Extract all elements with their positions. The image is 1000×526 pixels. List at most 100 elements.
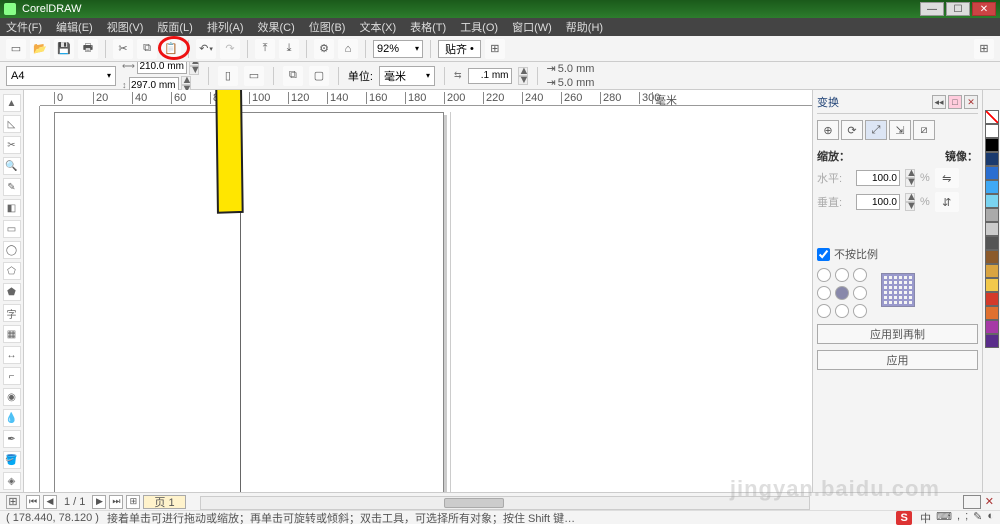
app-launcher-icon[interactable]: ⚙ <box>314 39 334 59</box>
apply-to-duplicate-button[interactable]: 应用到再制 <box>817 324 978 344</box>
tab-skew[interactable]: ⧄ <box>913 120 935 140</box>
copy-icon[interactable]: ⧉ <box>137 39 157 59</box>
next-page-button[interactable]: ▶ <box>92 495 106 509</box>
polygon-tool[interactable]: ⬠ <box>3 262 21 280</box>
portrait-icon[interactable]: ▯ <box>218 66 238 86</box>
scrollbar-thumb[interactable] <box>444 498 504 508</box>
menu-item[interactable]: 编辑(E) <box>56 19 93 35</box>
snap-dropdown[interactable]: 贴齐• <box>438 40 481 58</box>
drawing-canvas[interactable] <box>40 106 812 492</box>
spin-buttons[interactable]: ▲▼ <box>518 67 528 85</box>
zoom-tool[interactable]: 🔍 <box>3 157 21 175</box>
spin-buttons[interactable]: ▲▼ <box>905 169 915 187</box>
mirror-h-icon[interactable]: ⇋ <box>935 168 959 188</box>
zoom-level[interactable]: 92%▾ <box>373 40 423 58</box>
horizontal-scrollbar[interactable] <box>200 496 810 510</box>
paper-size-combo[interactable]: A4▾ <box>6 66 116 86</box>
non-proportional-checkbox[interactable] <box>817 248 830 261</box>
minimize-button[interactable]: — <box>920 2 944 16</box>
menu-item[interactable]: 版面(L) <box>157 19 192 35</box>
text-tool[interactable]: 字 <box>3 304 21 322</box>
dup-x[interactable]: 5.0 mm <box>558 63 595 75</box>
open-icon[interactable]: 📂 <box>30 39 50 59</box>
menu-item[interactable]: 窗口(W) <box>512 19 552 35</box>
color-swatch[interactable] <box>985 264 999 278</box>
color-swatch[interactable] <box>985 250 999 264</box>
vertical-scale-input[interactable] <box>856 194 900 210</box>
no-color-swatch[interactable] <box>985 110 999 124</box>
menu-item[interactable]: 文件(F) <box>6 19 42 35</box>
connector-tool[interactable]: ⌐ <box>3 367 21 385</box>
all-pages-icon[interactable]: ⧉ <box>283 66 303 86</box>
menu-item[interactable]: 视图(V) <box>107 19 144 35</box>
options-icon[interactable]: ⊞ <box>485 39 505 59</box>
ime-item[interactable]: ⌨ <box>936 510 952 526</box>
cut-icon[interactable]: ✂ <box>113 39 133 59</box>
rectangle-tool[interactable]: ▭ <box>3 220 21 238</box>
guide-line[interactable] <box>240 106 241 492</box>
redo-button[interactable]: ↷ <box>220 39 240 59</box>
tab-rotate[interactable]: ⟳ <box>841 120 863 140</box>
menu-item[interactable]: 位图(B) <box>309 19 346 35</box>
print-icon[interactable]: 🖶 <box>78 39 98 59</box>
new-icon[interactable]: ▭ <box>6 39 26 59</box>
docker-help-icon[interactable]: □ <box>948 95 962 109</box>
ime-item[interactable]: ◐ <box>987 510 994 526</box>
color-swatch[interactable] <box>985 222 999 236</box>
interactive-fill-tool[interactable]: ◈ <box>3 472 21 490</box>
page-options-icon[interactable]: ⊞ <box>6 495 20 509</box>
no-fill-icon[interactable]: ✕ <box>985 495 994 508</box>
color-swatch[interactable] <box>985 180 999 194</box>
fill-swatch[interactable] <box>963 495 981 509</box>
color-swatch[interactable] <box>985 306 999 320</box>
color-swatch[interactable] <box>985 124 999 138</box>
toolbar-options-icon[interactable]: ⊞ <box>974 39 994 59</box>
smart-fill-tool[interactable]: ◧ <box>3 199 21 217</box>
docker-close-icon[interactable]: ✕ <box>964 95 978 109</box>
shape-tool[interactable]: ◺ <box>3 115 21 133</box>
horizontal-scale-input[interactable] <box>856 170 900 186</box>
color-swatch[interactable] <box>985 292 999 306</box>
landscape-icon[interactable]: ▭ <box>244 66 264 86</box>
color-swatch[interactable] <box>985 194 999 208</box>
undo-button[interactable]: ↶▾ <box>196 39 216 59</box>
outline-tool[interactable]: ✒ <box>3 430 21 448</box>
ime-item[interactable]: ✎ <box>973 510 982 526</box>
tab-size[interactable]: ⇲ <box>889 120 911 140</box>
mirror-v-icon[interactable]: ⇵ <box>935 192 959 212</box>
eyedropper-tool[interactable]: 💧 <box>3 409 21 427</box>
crop-tool[interactable]: ✂ <box>3 136 21 154</box>
welcome-icon[interactable]: ⌂ <box>338 39 358 59</box>
basic-shapes-tool[interactable]: ⬟ <box>3 283 21 301</box>
menu-item[interactable]: 工具(O) <box>460 19 498 35</box>
spin-buttons[interactable]: ▲▼ <box>905 193 915 211</box>
tab-scale[interactable]: ⤢ <box>865 120 887 140</box>
table-tool[interactable]: ▦ <box>3 325 21 343</box>
color-swatch[interactable] <box>985 236 999 250</box>
close-button[interactable]: ✕ <box>972 2 996 16</box>
color-swatch[interactable] <box>985 334 999 348</box>
export-icon[interactable]: ⤓ <box>279 39 299 59</box>
color-swatch[interactable] <box>985 152 999 166</box>
nudge-distance[interactable]: .1 mm <box>468 68 512 84</box>
color-swatch[interactable] <box>985 138 999 152</box>
add-page-button[interactable]: ⊞ <box>126 495 140 509</box>
color-swatch[interactable] <box>985 208 999 222</box>
save-icon[interactable]: 💾 <box>54 39 74 59</box>
current-page-icon[interactable]: ▢ <box>309 66 329 86</box>
ellipse-tool[interactable]: ◯ <box>3 241 21 259</box>
freehand-tool[interactable]: ✎ <box>3 178 21 196</box>
dimension-tool[interactable]: ↔ <box>3 346 21 364</box>
import-icon[interactable]: ⤒ <box>255 39 275 59</box>
color-swatch[interactable] <box>985 166 999 180</box>
prev-page-button[interactable]: ◀ <box>43 495 57 509</box>
tab-position[interactable]: ⊕ <box>817 120 839 140</box>
horizontal-ruler[interactable]: 0204060801001201401601802002202402602803… <box>40 90 812 106</box>
page-tab[interactable]: 页 1 <box>143 495 185 509</box>
paste-icon[interactable]: 📋 <box>161 39 181 59</box>
ime-item[interactable]: , <box>957 510 960 526</box>
menu-item[interactable]: 排列(A) <box>207 19 244 35</box>
ime-icon[interactable]: S <box>896 511 912 525</box>
blend-tool[interactable]: ◉ <box>3 388 21 406</box>
vertical-ruler[interactable] <box>24 106 40 492</box>
